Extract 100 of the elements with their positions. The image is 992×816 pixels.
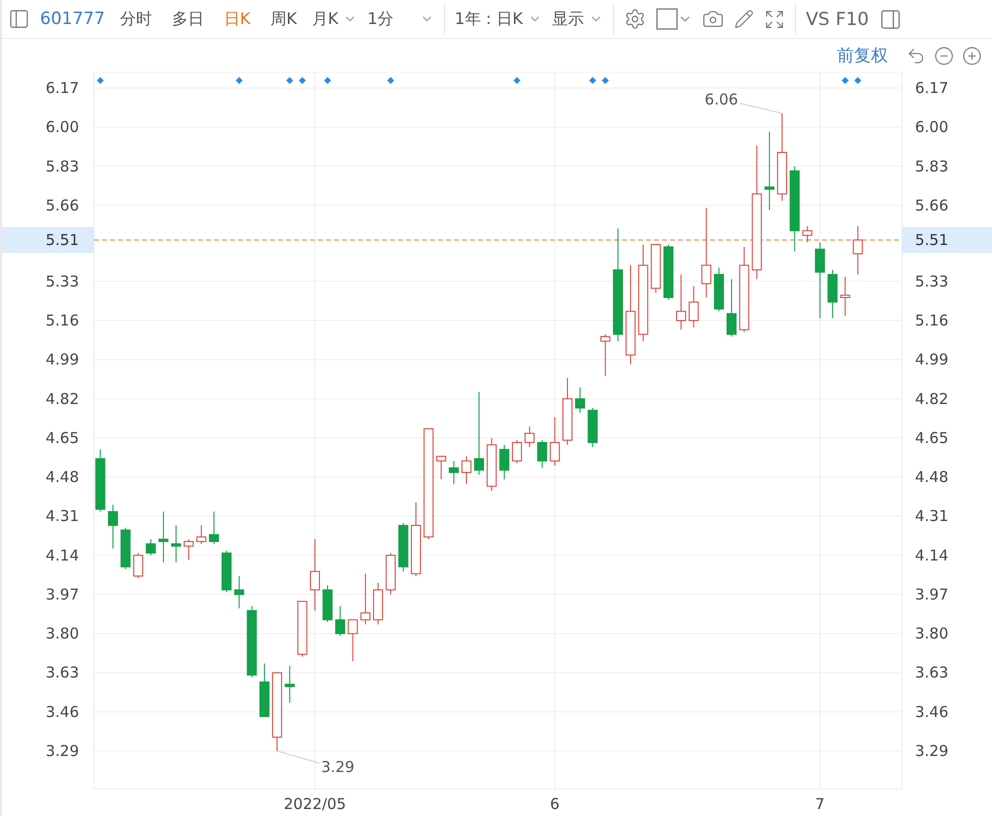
- candlestick: [133, 552, 144, 579]
- axis-label: 4.31: [915, 507, 948, 526]
- candlestick: [802, 226, 812, 243]
- candlestick: [562, 378, 572, 446]
- axis-label: 6: [550, 795, 560, 813]
- panel-icon[interactable]: [878, 8, 902, 30]
- candlestick: [840, 276, 850, 316]
- axis-label: 3.97: [915, 585, 948, 604]
- axis-label: 4.65: [46, 428, 79, 447]
- display-dropdown[interactable]: 显示: [552, 8, 603, 30]
- candlestick: [322, 584, 333, 623]
- candlestick: [461, 456, 472, 484]
- candlestick: [184, 538, 194, 560]
- candlestick: [120, 527, 131, 570]
- period-dropdown[interactable]: 1分: [367, 8, 434, 30]
- candlestick: [588, 408, 598, 448]
- axis-label: 3.80: [915, 624, 948, 643]
- axis-label: 2022/05: [284, 795, 346, 813]
- period-dropdown[interactable]: 月K: [312, 8, 358, 30]
- candlestick: [284, 665, 295, 704]
- candlestick: [714, 267, 724, 312]
- event-marker-icon[interactable]: [324, 77, 332, 84]
- candlestick: [537, 440, 548, 468]
- candlestick: [196, 524, 206, 544]
- candlestick: [259, 663, 270, 717]
- pencil-icon[interactable]: [734, 9, 754, 29]
- axis-label: 6.00: [46, 118, 79, 136]
- event-marker-icon[interactable]: [842, 77, 849, 84]
- candlestick: [512, 440, 522, 464]
- candlestick: [524, 426, 535, 448]
- candlestick: [222, 550, 232, 593]
- candlestick: [360, 573, 370, 625]
- candlestick: [108, 504, 118, 549]
- range-dropdown[interactable]: 1年 : 日K: [454, 8, 542, 30]
- axis-label: 4.48: [46, 468, 79, 486]
- axis-label: 5.83: [46, 157, 79, 176]
- axis-label: 4.99: [46, 350, 79, 369]
- candlestick: [335, 605, 346, 636]
- text-button[interactable]: VS: [806, 8, 830, 30]
- price-label: 5.51: [46, 230, 79, 249]
- price-annotation: 6.06: [704, 90, 738, 108]
- zoom-in-icon[interactable]: [962, 46, 982, 66]
- axis-label: 3.63: [46, 664, 79, 682]
- adjust-link[interactable]: 前复权: [837, 44, 888, 67]
- event-marker-icon[interactable]: [286, 77, 294, 84]
- candlestick: [550, 416, 560, 466]
- candlestick: [600, 334, 610, 376]
- axis-label: 4.31: [46, 507, 79, 526]
- candlestick: [436, 456, 446, 480]
- period-tab[interactable]: 分时: [114, 8, 157, 30]
- axis-label: 4.65: [915, 428, 948, 447]
- event-marker-icon[interactable]: [96, 77, 104, 84]
- candlestick: [95, 448, 106, 512]
- event-marker-icon[interactable]: [602, 77, 609, 84]
- candlestick: [486, 437, 497, 492]
- candlestick: [171, 524, 182, 563]
- candlestick: [828, 269, 838, 319]
- event-marker-icon[interactable]: [513, 77, 520, 84]
- event-marker-icon[interactable]: [236, 77, 243, 84]
- period-tab[interactable]: 周K: [265, 8, 302, 30]
- axis-label: 4.99: [915, 350, 948, 369]
- axis-label: 3.46: [915, 702, 948, 721]
- axis-label: 3.63: [915, 664, 948, 682]
- leader-line: [276, 750, 320, 764]
- panel-icon[interactable]: [8, 8, 30, 30]
- axis-label: 4.48: [915, 468, 948, 486]
- event-marker-icon[interactable]: [387, 77, 394, 84]
- settings-icon[interactable]: [624, 8, 646, 30]
- candlestick: [663, 244, 674, 300]
- event-marker-icon[interactable]: [298, 77, 306, 84]
- candlestick: [297, 600, 308, 658]
- camera-icon[interactable]: [702, 8, 724, 30]
- axis-label: 3.80: [46, 624, 79, 643]
- candlestick: [726, 278, 737, 338]
- leader-line: [740, 102, 783, 114]
- candlestick: [348, 619, 358, 662]
- axis-label: 6.17: [915, 79, 948, 97]
- axis-label: 3.46: [46, 702, 79, 721]
- candlestick: [146, 538, 156, 556]
- candlestick: [234, 576, 244, 609]
- zoom-out-icon[interactable]: [934, 46, 954, 66]
- period-tab[interactable]: 多日: [166, 8, 209, 30]
- text-button[interactable]: F10: [836, 8, 869, 30]
- fullscreen-icon[interactable]: [764, 8, 785, 30]
- axis-label: 6.00: [915, 118, 948, 136]
- axis-label: 5.66: [46, 196, 79, 214]
- axis-label: 3.97: [46, 585, 79, 604]
- axis-label: 4.14: [915, 546, 948, 564]
- square-dropdown-icon[interactable]: [656, 7, 692, 31]
- candlestick: [852, 226, 863, 275]
- candlestick: [398, 522, 408, 572]
- axis-label: 5.16: [915, 312, 948, 330]
- candlestick: [158, 511, 168, 563]
- event-marker-icon[interactable]: [854, 77, 862, 84]
- axis-label: 6.17: [46, 79, 79, 97]
- price-annotation: 3.29: [321, 758, 354, 776]
- stock-code: 601777: [40, 9, 105, 29]
- price-label: 5.51: [915, 230, 948, 249]
- event-marker-icon[interactable]: [589, 77, 596, 84]
- candlestick: [499, 444, 510, 480]
